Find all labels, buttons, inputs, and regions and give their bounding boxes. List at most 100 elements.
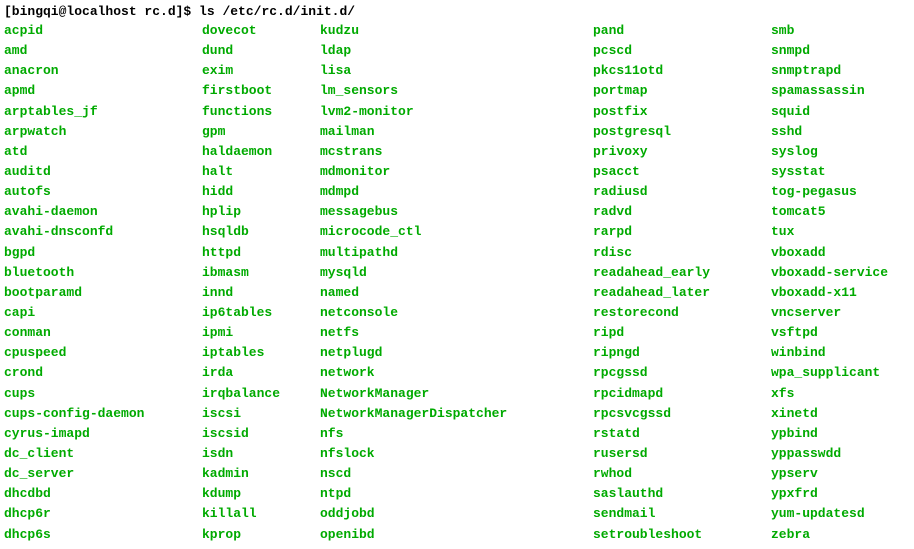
file-entry: squid [771,102,888,122]
file-entry: dc_server [4,464,194,484]
file-entry: hsqldb [202,222,312,242]
file-entry: kprop [202,525,312,545]
file-entry: readahead_later [593,283,763,303]
file-entry: zebra [771,525,888,545]
file-entry: anacron [4,61,194,81]
file-entry: rpcsvcgssd [593,404,763,424]
file-entry: bluetooth [4,263,194,283]
file-entry: arptables_jf [4,102,194,122]
file-entry: xinetd [771,404,888,424]
file-entry: irqbalance [202,384,312,404]
file-entry: ripngd [593,343,763,363]
file-entry: spamassassin [771,81,888,101]
file-entry: kdump [202,484,312,504]
file-entry: smb [771,21,888,41]
file-entry: hplip [202,202,312,222]
file-entry: network [320,363,585,383]
file-entry: lisa [320,61,585,81]
file-entry: vncserver [771,303,888,323]
file-entry: radiusd [593,182,763,202]
file-entry: rdisc [593,243,763,263]
file-entry: amd [4,41,194,61]
file-entry: isdn [202,444,312,464]
file-entry: vboxadd [771,243,888,263]
file-entry: ripd [593,323,763,343]
file-entry: hidd [202,182,312,202]
file-entry: vsftpd [771,323,888,343]
file-entry: rpcidmapd [593,384,763,404]
file-entry: named [320,283,585,303]
file-entry: apmd [4,81,194,101]
file-entry: NetworkManager [320,384,585,404]
file-entry: mysqld [320,263,585,283]
file-entry: rarpd [593,222,763,242]
file-entry: nscd [320,464,585,484]
file-entry: setroubleshoot [593,525,763,545]
file-entry: yum-updatesd [771,504,888,524]
file-entry: killall [202,504,312,524]
file-entry: snmptrapd [771,61,888,81]
file-entry: restorecond [593,303,763,323]
file-entry: tux [771,222,888,242]
file-entry: mcstrans [320,142,585,162]
file-entry: ldap [320,41,585,61]
file-entry: kadmin [202,464,312,484]
file-entry: conman [4,323,194,343]
file-entry: cyrus-imapd [4,424,194,444]
file-entry: rwhod [593,464,763,484]
file-entry: ypserv [771,464,888,484]
file-entry: rusersd [593,444,763,464]
file-entry: cups-config-daemon [4,404,194,424]
file-entry: mdmonitor [320,162,585,182]
file-entry: portmap [593,81,763,101]
shell-command: ls /etc/rc.d/init.d/ [199,4,355,19]
ls-output: acpidamdanacronapmdarptables_jfarpwatch a… [4,21,910,545]
file-entry: halt [202,162,312,182]
file-entry: NetworkManagerDispatcher [320,404,585,424]
file-entry: functions [202,102,312,122]
file-entry: ipmi [202,323,312,343]
file-entry: auditd [4,162,194,182]
file-entry: dovecot [202,21,312,41]
file-entry: dc_client [4,444,194,464]
file-entry: exim [202,61,312,81]
file-entry: netconsole [320,303,585,323]
file-entry: haldaemon [202,142,312,162]
terminal-prompt-line: [bingqi@localhost rc.d]$ ls /etc/rc.d/in… [4,4,910,19]
file-entry: nfslock [320,444,585,464]
file-entry: rpcgssd [593,363,763,383]
ls-column-2: dovecotdundeximfirstbootfunctionsgpmhald… [202,21,312,545]
file-entry: netfs [320,323,585,343]
file-entry: rstatd [593,424,763,444]
ls-column-3: kudzuldaplisalm_sensorslvm2-monitormailm… [320,21,585,545]
file-entry: privoxy [593,142,763,162]
file-entry: snmpd [771,41,888,61]
file-entry: bootparamd [4,283,194,303]
file-entry: pand [593,21,763,41]
file-entry: bgpd [4,243,194,263]
file-entry: xfs [771,384,888,404]
file-entry: lm_sensors [320,81,585,101]
file-entry: iscsi [202,404,312,424]
file-entry: innd [202,283,312,303]
ls-column-5: smbsnmpdsnmptrapdspamassassinsquidsshdsy… [771,21,888,545]
file-entry: readahead_early [593,263,763,283]
file-entry: dhcp6r [4,504,194,524]
file-entry: tomcat5 [771,202,888,222]
file-entry: pkcs11otd [593,61,763,81]
file-entry: cpuspeed [4,343,194,363]
file-entry: netplugd [320,343,585,363]
file-entry: cups [4,384,194,404]
ls-column-1: acpidamdanacronapmdarptables_jfarpwatch a… [4,21,194,545]
file-entry: ypxfrd [771,484,888,504]
file-entry: irda [202,363,312,383]
file-entry: wpa_supplicant [771,363,888,383]
file-entry: kudzu [320,21,585,41]
file-entry: acpid [4,21,194,41]
file-entry: winbind [771,343,888,363]
file-entry: tog-pegasus [771,182,888,202]
file-entry: microcode_ctl [320,222,585,242]
file-entry: httpd [202,243,312,263]
file-entry: gpm [202,122,312,142]
file-entry: arpwatch [4,122,194,142]
